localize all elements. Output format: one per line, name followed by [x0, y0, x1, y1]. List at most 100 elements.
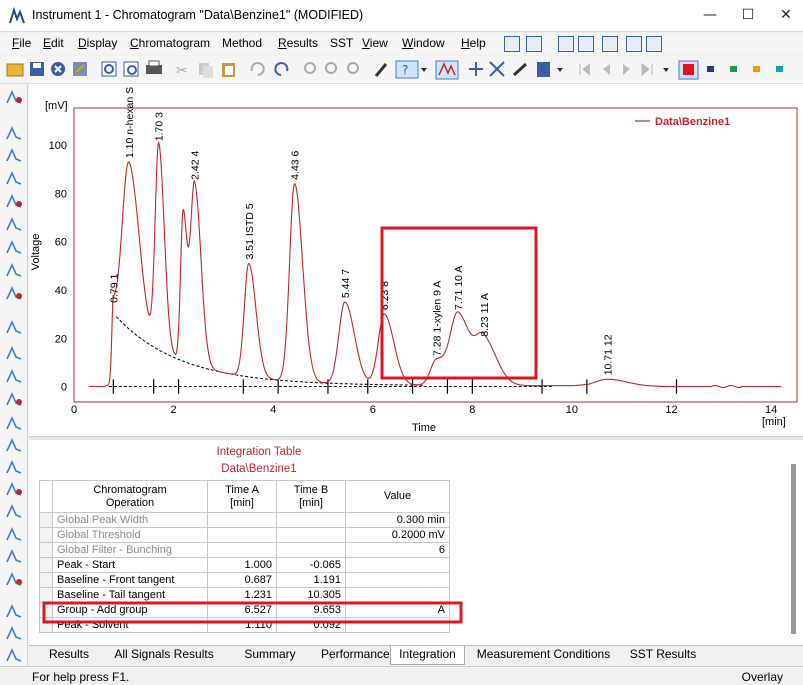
save-icon[interactable] — [30, 62, 44, 76]
left-tool-delete-peak-icon[interactable] — [5, 318, 23, 336]
color-red-icon[interactable] — [678, 60, 699, 80]
menu-tool-icon-4[interactable] — [578, 36, 594, 52]
cell-time-a[interactable]: 6.527 — [207, 602, 277, 618]
cell-time-a[interactable]: 0.687 — [207, 572, 277, 588]
table-row[interactable]: Peak - Solvent 1.110 0.092 — [39, 617, 450, 633]
table-row[interactable]: Global Peak Width 0.300 min — [39, 512, 450, 528]
col-operation[interactable]: Chromatogram Operation — [52, 480, 208, 513]
col-value[interactable]: Value — [345, 480, 450, 513]
tab-measurement-conditions[interactable]: Measurement Conditions — [471, 646, 616, 665]
left-tool-baseline-tail-icon[interactable] — [5, 367, 23, 385]
cell-value[interactable]: A — [345, 602, 450, 618]
move-icon[interactable] — [469, 62, 483, 76]
left-tool-solvent-icon[interactable] — [5, 261, 23, 279]
col-time-b[interactable]: Time B [min] — [276, 480, 346, 513]
menu-tool-icon-5[interactable] — [602, 36, 618, 52]
cell-value[interactable] — [345, 617, 450, 633]
cell-value[interactable]: 6 — [345, 542, 450, 558]
dropdown-arrow-2-icon[interactable] — [557, 68, 563, 72]
cell-value[interactable] — [345, 557, 450, 573]
cell-operation[interactable]: Group - Add group — [52, 602, 208, 618]
redo-icon[interactable] — [274, 62, 289, 76]
cell-time-b[interactable]: 10.305 — [276, 587, 346, 603]
left-tool-peak-both-icon[interactable] — [5, 169, 23, 187]
menu-method[interactable]: Method — [222, 36, 262, 50]
cell-time-a[interactable] — [207, 542, 277, 558]
left-tool-add-shoulder-icon[interactable] — [5, 238, 23, 256]
tab-all-signals-results[interactable]: All Signals Results — [109, 646, 219, 665]
left-tool-peak-start-icon[interactable] — [5, 124, 23, 142]
color-teal-icon[interactable] — [776, 66, 783, 72]
fit-icon[interactable] — [489, 61, 505, 77]
table-row[interactable]: Global Filter - Bunching 6 — [39, 542, 450, 558]
menu-tool-icon-7[interactable] — [646, 36, 662, 52]
table-row[interactable]: Group - Add group 6.527 9.653 A — [39, 602, 450, 618]
dropdown-arrow-3-icon[interactable] — [663, 68, 669, 72]
tab-performance[interactable]: Performance — [321, 646, 390, 665]
table-row[interactable]: Baseline - Tail tangent 1.231 10.305 — [39, 587, 450, 603]
cell-time-a[interactable] — [207, 512, 277, 528]
peak-tool-icon[interactable] — [435, 60, 459, 80]
preview-icon[interactable] — [101, 61, 117, 77]
cell-value[interactable] — [345, 587, 450, 603]
open-folder-icon[interactable] — [6, 63, 24, 77]
print-icon[interactable] — [146, 60, 162, 74]
left-tool-add-peak-icon[interactable] — [5, 192, 23, 210]
chromatogram-chart[interactable]: 0 20 40 60 80 100 0 2 4 6 8 10 12 14 [mV] Voltage Ti… — [29, 78, 803, 436]
table-row[interactable]: Baseline - Front tangent 0.687 1.191 — [39, 572, 450, 588]
color-blue-icon[interactable] — [707, 66, 714, 72]
cell-value[interactable] — [345, 572, 450, 588]
last-icon[interactable] — [641, 63, 653, 77]
tab-sst-results[interactable]: SST Results — [623, 646, 703, 665]
cell-operation[interactable]: Baseline - Front tangent — [52, 572, 208, 588]
menu-results[interactable]: Results — [278, 36, 318, 50]
help-tool-icon[interactable]: ? — [395, 60, 419, 79]
cell-value[interactable]: 0.2000 mV — [345, 527, 450, 543]
print-preview-icon[interactable] — [123, 61, 139, 77]
cell-operation[interactable]: Peak - Solvent — [52, 617, 208, 633]
zoom-reset-icon[interactable] — [347, 62, 359, 74]
cell-operation[interactable]: Global Threshold — [52, 527, 208, 543]
close-file-icon[interactable] — [51, 62, 65, 76]
export-icon[interactable] — [73, 62, 87, 76]
menu-tool-icon-6[interactable] — [626, 36, 642, 52]
cell-operation[interactable]: Global Filter - Bunching — [52, 542, 208, 558]
cell-time-b[interactable] — [276, 527, 346, 543]
vertical-scrollbar[interactable] — [789, 454, 799, 654]
menu-tool-icon-3[interactable] — [558, 36, 574, 52]
cell-time-a[interactable] — [207, 527, 277, 543]
menu-window[interactable]: Window — [402, 36, 445, 50]
menu-edit[interactable]: Edit — [43, 36, 64, 50]
color-orange-icon[interactable] — [753, 66, 760, 72]
tab-results[interactable]: Results — [39, 646, 99, 665]
menu-help[interactable]: Help — [461, 36, 486, 50]
first-icon[interactable] — [579, 63, 591, 76]
menu-file[interactable]: File — [12, 36, 31, 50]
cell-operation[interactable]: Global Peak Width — [52, 512, 208, 528]
left-tool-add-negative-icon[interactable] — [5, 215, 23, 233]
menu-chromatogram[interactable]: Chromatogram — [130, 36, 210, 50]
cell-operation[interactable]: Baseline - Tail tangent — [52, 587, 208, 603]
left-tool-apply-group-icon[interactable] — [5, 646, 23, 664]
left-tool-tail-tangent-icon[interactable] — [5, 502, 23, 520]
left-tool-baseline-mode-icon[interactable] — [5, 480, 23, 498]
prev-icon[interactable] — [603, 64, 610, 75]
left-tool-integrate-all-icon[interactable] — [5, 88, 23, 106]
cell-time-b[interactable] — [276, 542, 346, 558]
cell-time-a[interactable]: 1.000 — [207, 557, 277, 573]
paste-icon[interactable] — [222, 63, 235, 77]
left-tool-forced-icon[interactable] — [5, 547, 23, 565]
left-tool-peak-end-icon[interactable] — [5, 146, 23, 164]
cell-time-b[interactable]: 9.653 — [276, 602, 346, 618]
cell-time-a[interactable]: 1.231 — [207, 587, 277, 603]
tab-summary[interactable]: Summary — [225, 646, 315, 665]
copy-icon[interactable] — [199, 63, 213, 78]
table-row[interactable]: Peak - Start 1.000 -0.065 — [39, 557, 450, 573]
menu-tool-icon-2[interactable] — [526, 36, 542, 52]
menu-display[interactable]: Display — [78, 36, 117, 50]
left-tool-group-icon[interactable] — [5, 284, 23, 302]
cell-time-b[interactable]: -0.065 — [276, 557, 346, 573]
undo-icon[interactable] — [250, 62, 265, 76]
zoom-out-icon[interactable] — [325, 62, 337, 74]
left-tool-valley-icon[interactable] — [5, 390, 23, 408]
